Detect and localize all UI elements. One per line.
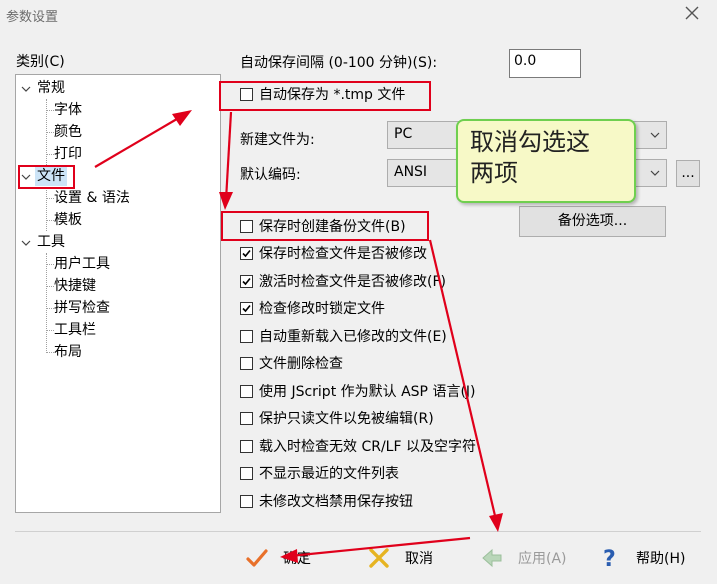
checkbox-label: 未修改文档禁用保存按钮: [259, 494, 413, 510]
checkbox[interactable]: [240, 384, 253, 398]
checkbox-row[interactable]: 保存时检查文件是否被修改: [240, 243, 427, 263]
checkbox-label: 载入时检查无效 CR/LF 以及空字符: [259, 439, 476, 455]
checkbox[interactable]: [240, 494, 253, 508]
tree-item-shortcuts[interactable]: 快捷键: [54, 276, 96, 296]
checkbox-label: 使用 JScript 作为默认 ASP 语言(J): [259, 384, 476, 400]
new-file-value: PC: [394, 126, 413, 142]
checkbox-row[interactable]: 未修改文档禁用保存按钮: [240, 491, 413, 511]
checkbox-row[interactable]: 自动重新载入已修改的文件(E): [240, 326, 447, 346]
checkbox-label: 不显示最近的文件列表: [259, 466, 399, 482]
tree-item-template[interactable]: 模板: [54, 210, 82, 230]
checkmark-icon: [246, 549, 268, 567]
autosave-interval-label: 自动保存间隔 (0-100 分钟)(S):: [240, 55, 438, 71]
chevron-down-icon[interactable]: [21, 238, 31, 248]
cancel-button[interactable]: 取消: [367, 544, 433, 572]
annotation-note: 取消勾选这 两项: [456, 119, 636, 203]
checkbox-row[interactable]: 保护只读文件以免被编辑(R): [240, 408, 434, 428]
ok-button[interactable]: 确定: [245, 544, 311, 572]
help-label: 帮助(H): [636, 551, 686, 567]
checkbox-label: 检查修改时锁定文件: [259, 301, 385, 317]
close-icon[interactable]: [683, 4, 701, 22]
annotation-box-file: [18, 165, 75, 189]
tree-item-general[interactable]: 常规: [37, 78, 65, 98]
checkbox-label: 文件删除检查: [259, 356, 343, 372]
checkbox[interactable]: [240, 439, 253, 453]
new-file-label: 新建文件为:: [240, 132, 315, 148]
tree-item-settings-syntax[interactable]: 设置 & 语法: [54, 188, 130, 208]
note-line-2: 两项: [470, 159, 518, 187]
annotation-box-backup: [221, 211, 429, 241]
cross-icon: [369, 548, 389, 568]
svg-text:?: ?: [603, 547, 616, 570]
checkbox-label: 自动重新载入已修改的文件(E): [259, 329, 447, 345]
checkbox[interactable]: [240, 356, 253, 370]
arrow-left-icon: [482, 548, 502, 568]
default-encoding-value: ANSI: [394, 164, 428, 180]
tree-item-print[interactable]: 打印: [54, 144, 82, 164]
help-button[interactable]: ? 帮助(H): [598, 544, 685, 572]
question-icon: ?: [603, 547, 616, 570]
window-title: 参数设置: [6, 10, 59, 25]
backup-options-button[interactable]: 备份选项...: [519, 206, 666, 237]
category-tree[interactable]: 常规 字体 颜色 打印 文件 设置 & 语法 模板 工具 用户工具 快捷键 拼写…: [15, 74, 221, 513]
footer-separator: [15, 531, 701, 532]
checkbox-label: 保存时检查文件是否被修改: [259, 246, 427, 262]
tree-item-tools[interactable]: 工具: [37, 232, 65, 252]
checkbox[interactable]: [240, 301, 253, 315]
checkbox-row[interactable]: 检查修改时锁定文件: [240, 298, 385, 318]
ok-label: 确定: [283, 551, 311, 567]
chevron-down-icon: [650, 170, 660, 176]
checkbox-row[interactable]: 文件删除检查: [240, 353, 343, 373]
tree-item-color[interactable]: 颜色: [54, 122, 82, 142]
tree-item-font[interactable]: 字体: [54, 100, 82, 120]
cancel-label: 取消: [405, 551, 433, 567]
autosave-interval-input[interactable]: 0.0: [509, 49, 581, 78]
checkbox[interactable]: [240, 274, 253, 288]
default-encoding-label: 默认编码:: [240, 167, 301, 183]
checkbox-label: 激活时检查文件是否被修改(F): [259, 274, 446, 290]
checkbox[interactable]: [240, 329, 253, 343]
checkbox[interactable]: [240, 466, 253, 480]
checkbox[interactable]: [240, 411, 253, 425]
chevron-down-icon[interactable]: [21, 84, 31, 94]
checkbox[interactable]: [240, 246, 253, 260]
annotation-box-autosave: [219, 81, 431, 111]
category-label: 类别(C): [16, 54, 65, 70]
note-line-1: 取消勾选这: [470, 128, 590, 156]
chevron-down-icon: [650, 132, 660, 138]
checkbox-row[interactable]: 使用 JScript 作为默认 ASP 语言(J): [240, 381, 476, 401]
encoding-more-button[interactable]: ...: [676, 160, 700, 187]
tree-item-layout[interactable]: 布局: [54, 342, 82, 362]
apply-label: 应用(A): [518, 551, 567, 567]
tree-item-spellcheck[interactable]: 拼写检查: [54, 298, 110, 318]
tree-item-user-tools[interactable]: 用户工具: [54, 254, 110, 274]
apply-button[interactable]: 应用(A): [480, 544, 567, 572]
checkbox-label: 保护只读文件以免被编辑(R): [259, 411, 434, 427]
checkbox-row[interactable]: 载入时检查无效 CR/LF 以及空字符: [240, 436, 476, 456]
tree-item-toolbar[interactable]: 工具栏: [54, 320, 96, 340]
checkbox-row[interactable]: 不显示最近的文件列表: [240, 463, 399, 483]
checkbox-row[interactable]: 激活时检查文件是否被修改(F): [240, 271, 446, 291]
